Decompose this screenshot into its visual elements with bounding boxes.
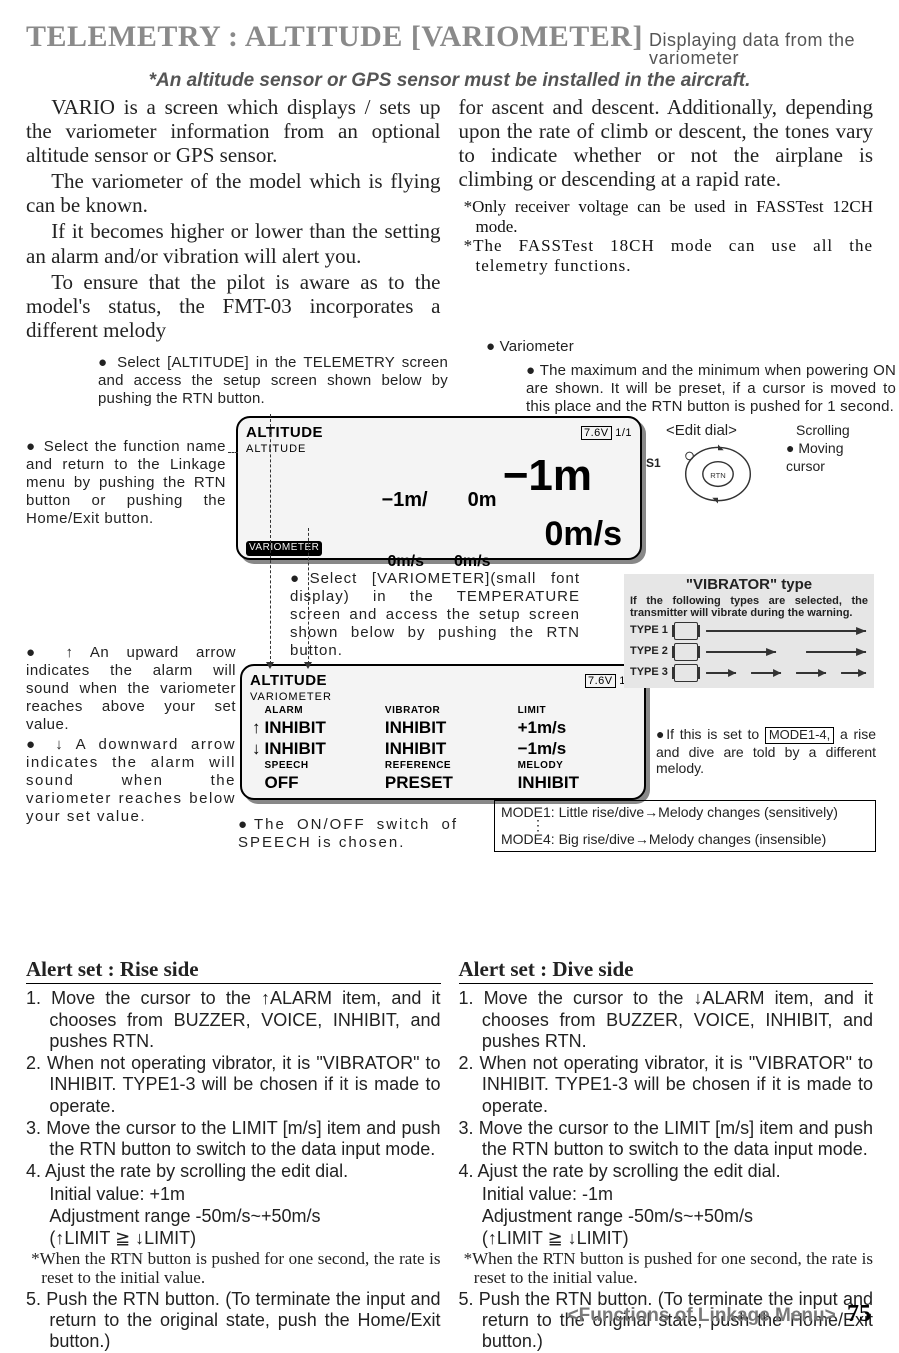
svg-text:RTN: RTN	[710, 471, 725, 480]
vib-pattern-1-icon	[704, 623, 868, 639]
vib-pattern-3-icon	[704, 665, 868, 681]
lcd1-mid-right: 0m	[468, 488, 497, 513]
callout-down-arrow: ↓ A downward arrow indicates the alarm w…	[26, 736, 236, 825]
callout-max-min: The maximum and the minimum when powerin…	[526, 362, 896, 415]
page-title: TELEMETRY : ALTITUDE [VARIOMETER]	[26, 18, 643, 56]
transmitter-icon	[674, 664, 698, 682]
lcd2-r2-limit: −1m/s	[516, 738, 636, 759]
vib-pattern-2-icon	[704, 644, 868, 660]
intro-p4: To ensure that the pilot is aware as to …	[26, 270, 441, 342]
lcd2-h-alarm: ALARM	[263, 705, 383, 718]
lcd1-mid-left: −1m/	[381, 488, 427, 513]
intro-p2: The variometer of the model which is fly…	[26, 169, 441, 217]
callout-select-fn: Select the function name and return to t…	[26, 438, 226, 527]
vib-type1: TYPE 1	[630, 624, 668, 638]
vib-type2: TYPE 2	[630, 645, 668, 659]
rise-step-1: 1. Move the cursor to the ↑ALARM item, a…	[26, 988, 441, 1052]
lcd1-title: ALTITUDE	[246, 424, 323, 443]
lcd2-sub: VARIOMETER	[250, 691, 636, 705]
dive-reset-line: *When the RTN button is pushed for one s…	[459, 1250, 874, 1287]
page-number: 75	[847, 1301, 871, 1327]
scrolling-label: Scrolling	[796, 422, 850, 440]
intro-p1: VARIO is a screen which displays / sets …	[26, 95, 441, 167]
dive-step-3: 3. Move the cursor to the LIMIT [m/s] it…	[459, 1118, 874, 1160]
lcd2-mel: INHIBIT	[516, 772, 636, 793]
vibrator-sub: If the following types are selected, the…	[630, 595, 868, 619]
lcd2-speech: OFF	[263, 772, 383, 793]
edit-dial-icon: RTN	[680, 442, 756, 506]
lcd1-page: 1/1	[615, 427, 632, 439]
lcd2-h-vib: VIBRATOR	[383, 705, 516, 718]
vibrator-type-box: "VIBRATOR" type If the following types a…	[624, 574, 874, 688]
dive-step-4c: (↑LIMIT ≧ ↓LIMIT)	[459, 1228, 874, 1249]
rise-step-4b: Adjustment range -50m/s~+50m/s	[26, 1206, 441, 1227]
dive-step-4b: Adjustment range -50m/s~+50m/s	[459, 1206, 874, 1227]
transmitter-icon	[674, 643, 698, 661]
callout-variometer: Variometer	[500, 338, 574, 355]
mode4-line: MODE4: Big rise/dive→Melody changes (ins…	[501, 831, 869, 848]
mode-callout-box: MODE1-4,	[765, 727, 834, 744]
rise-step-3: 3. Move the cursor to the LIMIT [m/s] it…	[26, 1118, 441, 1160]
lcd2-r2-vib: INHIBIT	[383, 738, 516, 759]
rise-step-2: 2. When not operating vibrator, it is "V…	[26, 1053, 441, 1117]
lcd-altitude-screen: ALTITUDE 7.6V 1/1 ALTITUDE −1m −1m/ 0m V…	[236, 416, 642, 560]
lcd2-h-ref: REFERENCE	[383, 760, 516, 773]
lcd2-r2-arrow: ↓	[250, 738, 263, 759]
mode-callout-pre: If this is set to	[666, 726, 759, 742]
callout-select-altitude: Select [ALTITUDE] in the TELEMETRY scree…	[98, 354, 448, 407]
lcd2-r1-arrow: ↑	[250, 717, 263, 738]
lcd2-r2-alarm: INHIBIT	[263, 738, 383, 759]
note-12ch: *Only receiver voltage can be used in FA…	[459, 197, 874, 236]
lcd1-vario-label: VARIOMETER	[246, 541, 322, 556]
lcd2-r1-alarm: INHIBIT	[263, 717, 383, 738]
alert-dive-title: Alert set : Dive side	[459, 956, 874, 984]
footer-label: <Functions of Linkage Menu>	[568, 1305, 836, 1326]
dive-step-2: 2. When not operating vibrator, it is "V…	[459, 1053, 874, 1117]
rise-step-4c: (↑LIMIT ≧ ↓LIMIT)	[26, 1228, 441, 1249]
rise-reset-line: *When the RTN button is pushed for one s…	[26, 1250, 441, 1287]
rise-step-4: 4. Ajust the rate by scrolling the edit …	[26, 1161, 441, 1182]
lcd1-bot-right: 0m/s	[454, 552, 490, 572]
dive-step-4a: Initial value: -1m	[459, 1184, 874, 1205]
lcd2-h-mel: MELODY	[516, 760, 636, 773]
intro-p5: for ascent and descent. Additionally, de…	[459, 95, 874, 192]
lcd1-batt: 7.6V	[581, 426, 612, 440]
note-18ch: *The FASSTest 18CH mode can use all the …	[459, 236, 874, 275]
alert-rise-title: Alert set : Rise side	[26, 956, 441, 984]
mode-description-box: MODE1: Little rise/dive→Melody changes (…	[494, 800, 876, 851]
lcd2-h-speech: SPEECH	[263, 760, 383, 773]
mode1-line: MODE1: Little rise/dive→Melody changes (…	[501, 804, 869, 821]
lcd2-ref: PRESET	[383, 772, 516, 793]
callout-select-vario: Select [VARIOMETER](small font display) …	[290, 570, 580, 659]
lcd2-title: ALTITUDE	[250, 672, 327, 691]
lcd1-big-value: −1m	[503, 457, 632, 494]
dive-step-4: 4. Ajust the rate by scrolling the edit …	[459, 1161, 874, 1182]
lcd2-r1-limit: +1m/s	[516, 717, 636, 738]
edit-dial-label: <Edit dial>	[666, 422, 737, 441]
vib-type3: TYPE 3	[630, 666, 668, 680]
install-warning: *An altitude sensor or GPS sensor must b…	[26, 69, 873, 93]
lcd1-bot-left: 0m/s	[388, 552, 424, 572]
dive-step-1: 1. Move the cursor to the ↓ALARM item, a…	[459, 988, 874, 1052]
s1-label: S1	[646, 456, 661, 471]
transmitter-icon	[674, 622, 698, 640]
lcd2-h-limit: LIMIT	[516, 705, 636, 718]
lcd2-r1-vib: INHIBIT	[383, 717, 516, 738]
lcd2-batt: 7.6V	[585, 674, 616, 688]
lcd1-bot-big: 0m/s	[545, 513, 633, 556]
vibrator-title: "VIBRATOR" type	[630, 576, 868, 595]
rise-step-4a: Initial value: +1m	[26, 1184, 441, 1205]
lcd-variometer-settings: ALTITUDE 7.6V 1/1 VARIOMETER ALARM VIBRA…	[240, 664, 646, 800]
callout-speech: The ON/OFF switch of SPEECH is chosen.	[238, 816, 458, 851]
intro-p3: If it becomes higher or lower than the s…	[26, 219, 441, 267]
page-subtitle: Displaying data from the variometer	[649, 31, 873, 67]
